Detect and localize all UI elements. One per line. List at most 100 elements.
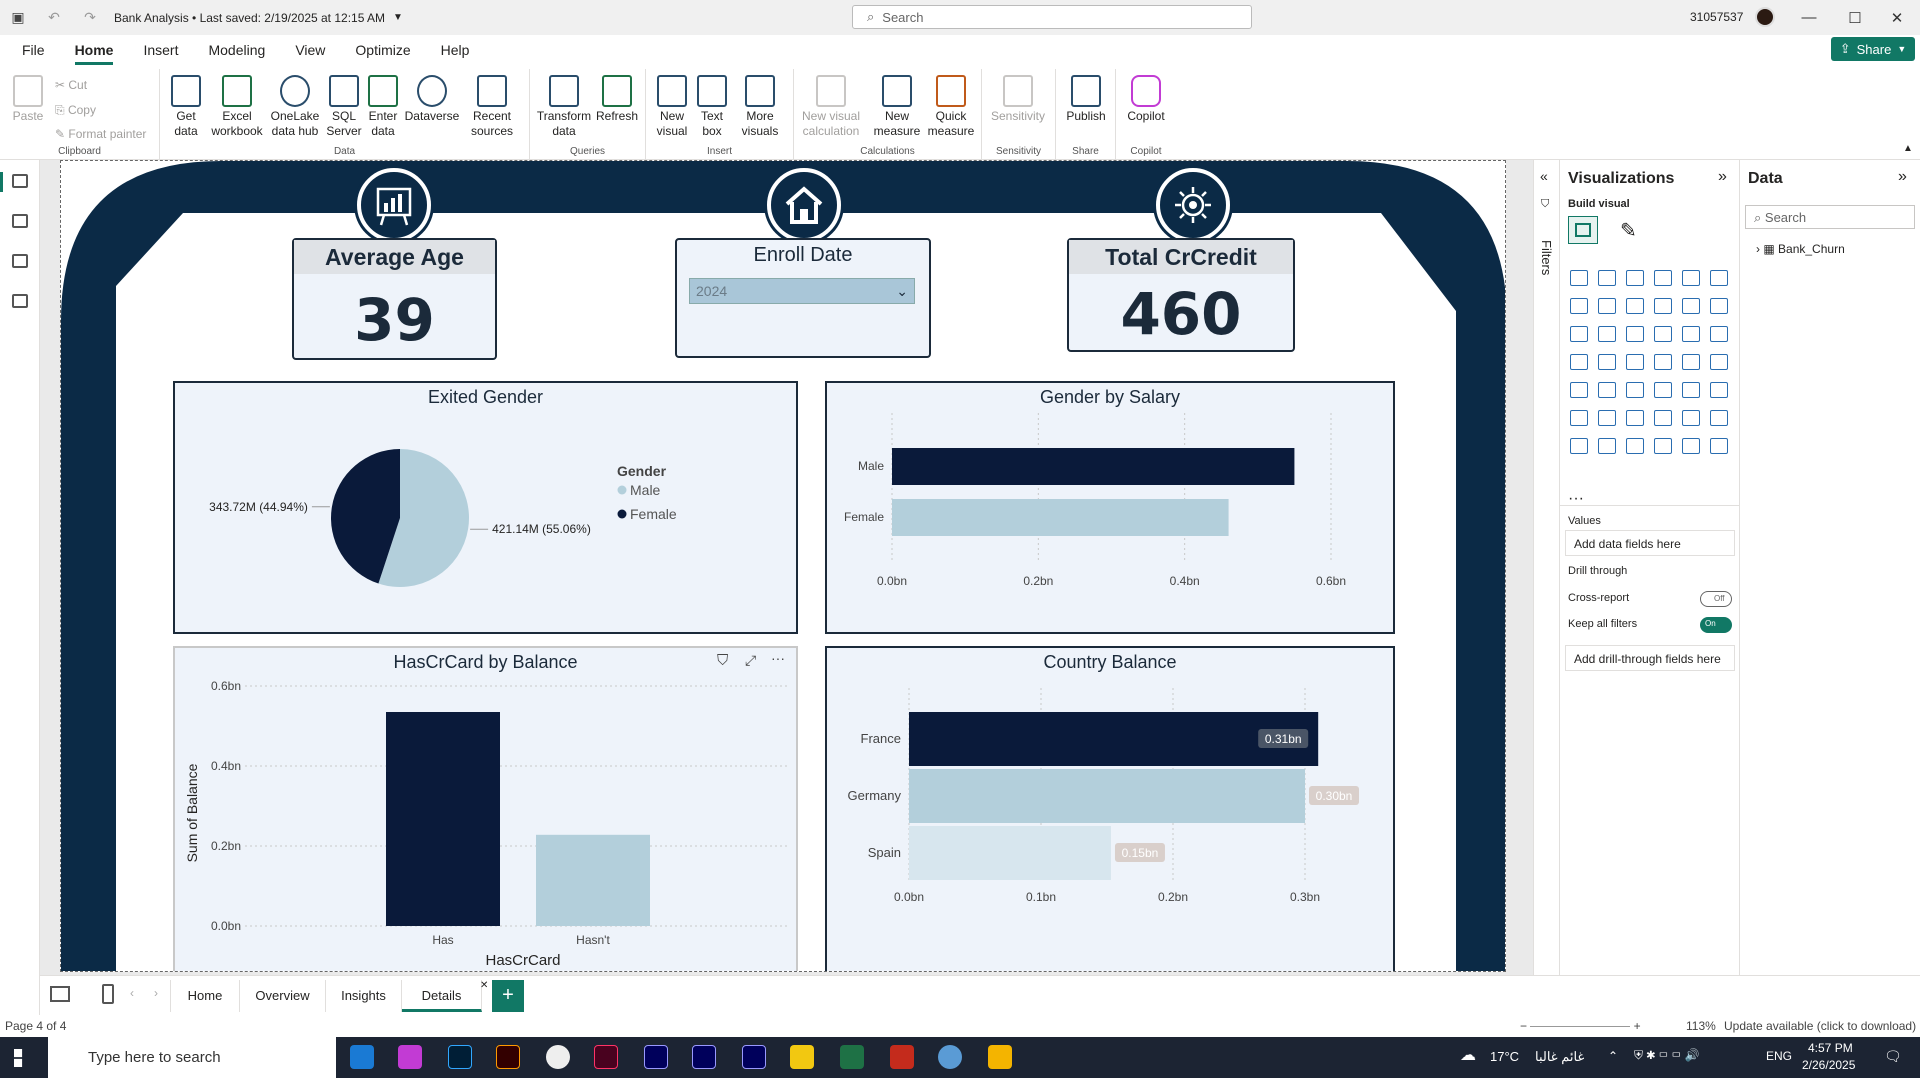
copy-button[interactable]: ⎘ Copy	[55, 103, 96, 118]
onelake-button[interactable]: OneLake data hub	[268, 75, 322, 139]
drill-through-well[interactable]: Add drill-through fields here	[1565, 645, 1735, 671]
100-bar-icon[interactable]	[1682, 270, 1700, 286]
clustered-column-icon[interactable]	[1654, 270, 1672, 286]
publish-button[interactable]: Publish	[1062, 75, 1110, 124]
more-visuals-button[interactable]: More visuals	[734, 75, 786, 139]
indesign-icon[interactable]	[594, 1045, 618, 1069]
enroll-date-slicer[interactable]: Enroll Date 2024 ⌄	[675, 238, 931, 358]
filled-map-icon[interactable]	[1598, 354, 1616, 370]
stacked-area-icon[interactable]	[1626, 298, 1644, 314]
redo-icon[interactable]: ↷	[72, 0, 108, 35]
transform-data-button[interactable]: Transform data	[536, 75, 592, 139]
desktop-layout-icon[interactable]	[50, 986, 70, 1002]
zoom-slider[interactable]: − +	[1520, 1019, 1641, 1033]
donut-icon[interactable]	[1682, 326, 1700, 342]
qa-icon[interactable]	[1654, 410, 1672, 426]
azure-map-icon[interactable]	[1654, 354, 1672, 370]
update-link[interactable]: Update available (click to download)	[1724, 1019, 1916, 1033]
treemap-icon[interactable]	[1710, 326, 1728, 342]
title-dropdown-icon[interactable]: ▼	[393, 12, 403, 23]
slicer-icon[interactable]	[1626, 382, 1644, 398]
menu-optimize[interactable]: Optimize	[340, 35, 425, 65]
dax-query-icon[interactable]	[12, 294, 28, 308]
windows-start-icon[interactable]	[14, 1049, 23, 1067]
text-box-button[interactable]: Text box	[694, 75, 730, 139]
report-page[interactable]: Average Age 39 Enroll Date 2024 ⌄ Total C…	[60, 160, 1506, 972]
expand-filters-icon[interactable]: «	[1540, 168, 1548, 184]
hascrcard-visual[interactable]: HasCrCard by Balance ⛉ ⤢ ··· 0.0bn 0.2bn 0…	[173, 646, 798, 971]
cross-report-toggle[interactable]: Off	[1700, 591, 1732, 607]
excel-taskbar-icon[interactable]	[840, 1045, 864, 1069]
clock-time[interactable]: 4:57 PM	[1808, 1041, 1853, 1055]
save-icon[interactable]: ▣	[0, 0, 36, 35]
waterfall-icon[interactable]	[1570, 326, 1588, 342]
shapes-icon[interactable]	[1682, 438, 1700, 454]
prev-page-icon[interactable]: ‹	[130, 986, 134, 1000]
new-visual-button[interactable]: New visual	[654, 75, 690, 139]
minimize-button[interactable]: —	[1786, 0, 1832, 35]
weather-temp[interactable]: 17°C	[1490, 1049, 1519, 1064]
multirow-card-icon[interactable]	[1570, 382, 1588, 398]
tray-chevron-icon[interactable]: ⌃	[1608, 1049, 1618, 1063]
share-button[interactable]: ⇪ Share ▼	[1831, 37, 1915, 61]
goals-icon[interactable]	[1710, 410, 1728, 426]
chrome-icon[interactable]	[546, 1045, 570, 1069]
key-influencers-icon[interactable]	[1598, 410, 1616, 426]
recent-sources-button[interactable]: Recent sources	[464, 75, 520, 139]
gender-by-salary-visual[interactable]: Gender by Salary 0.0bn 0.2bn 0.4bn 0.6bn Mal…	[825, 381, 1395, 634]
build-visual-tab[interactable]	[1568, 216, 1598, 244]
kpi-icon[interactable]	[1598, 382, 1616, 398]
notifications-icon[interactable]: 🗨	[1884, 1048, 1902, 1065]
cut-button[interactable]: ✂ Cut	[55, 78, 87, 92]
excel-button[interactable]: Excel workbook	[210, 75, 264, 139]
r-script-icon[interactable]	[1710, 382, 1728, 398]
collapse-ribbon-icon[interactable]: ▲	[1903, 143, 1913, 154]
collapse-data-icon[interactable]: »	[1898, 168, 1907, 186]
window-title[interactable]: Bank Analysis • Last saved: 2/19/2025 at…	[114, 11, 385, 25]
menu-modeling[interactable]: Modeling	[193, 35, 280, 65]
photoshop-icon[interactable]	[448, 1045, 472, 1069]
next-page-icon[interactable]: ›	[154, 986, 158, 1000]
paste-button[interactable]: Paste	[10, 75, 46, 124]
title-search-input[interactable]: ⌕ Search	[852, 5, 1252, 29]
avatar[interactable]	[1755, 7, 1775, 27]
gauge-icon[interactable]	[1682, 354, 1700, 370]
mobile-layout-icon[interactable]	[102, 984, 114, 1004]
copilot-app-icon[interactable]	[398, 1045, 422, 1069]
sql-button[interactable]: SQL Server	[326, 75, 362, 139]
power-apps-icon[interactable]	[1598, 438, 1616, 454]
quick-measure-button[interactable]: Quick measure	[926, 75, 976, 139]
dataverse-button[interactable]: Dataverse	[404, 75, 460, 124]
filters-pane-collapsed[interactable]: « ⛉ Filters	[1533, 160, 1559, 975]
table-bank-churn[interactable]: › ▦ Bank_Churn	[1756, 242, 1845, 256]
funnel-icon[interactable]	[1598, 326, 1616, 342]
copilot-button[interactable]: Copilot	[1122, 75, 1170, 124]
stacked-bar-icon[interactable]	[1570, 270, 1588, 286]
get-data-button[interactable]: Get data	[166, 75, 206, 139]
ribbon-icon[interactable]	[1710, 298, 1728, 314]
tab-details[interactable]: Details	[402, 980, 482, 1012]
model-view-icon[interactable]	[12, 254, 28, 268]
tab-overview[interactable]: Overview	[240, 980, 326, 1012]
keep-filters-toggle[interactable]: On	[1700, 617, 1732, 633]
recorder-icon[interactable]	[890, 1045, 914, 1069]
matrix-icon[interactable]	[1682, 382, 1700, 398]
decomposition-tree-icon[interactable]	[1626, 410, 1644, 426]
line-icon[interactable]	[1570, 298, 1588, 314]
file-explorer-icon[interactable]	[988, 1045, 1012, 1069]
menu-help[interactable]: Help	[426, 35, 485, 65]
tray-icons[interactable]: ⛨ ✱ ▭ ▭ 🔊	[1634, 1048, 1699, 1063]
average-age-card[interactable]: Average Age 39	[292, 238, 497, 360]
menu-file[interactable]: File	[0, 35, 60, 65]
more-icon[interactable]	[1710, 438, 1728, 454]
power-automate-icon[interactable]	[1626, 438, 1644, 454]
100-area-icon[interactable]	[1654, 298, 1672, 314]
after-effects-icon[interactable]	[644, 1045, 668, 1069]
100-column-icon[interactable]	[1710, 270, 1728, 286]
menu-insert[interactable]: Insert	[128, 35, 193, 65]
metrics-icon[interactable]	[1654, 438, 1672, 454]
narrative-icon[interactable]	[1682, 410, 1700, 426]
country-balance-visual[interactable]: Country Balance 0.0bn 0.1bn 0.2bn 0.3bn Fran…	[825, 646, 1395, 971]
new-visual-calc-button[interactable]: New visual calculation	[798, 75, 864, 139]
maximize-button[interactable]: ☐	[1832, 0, 1878, 35]
